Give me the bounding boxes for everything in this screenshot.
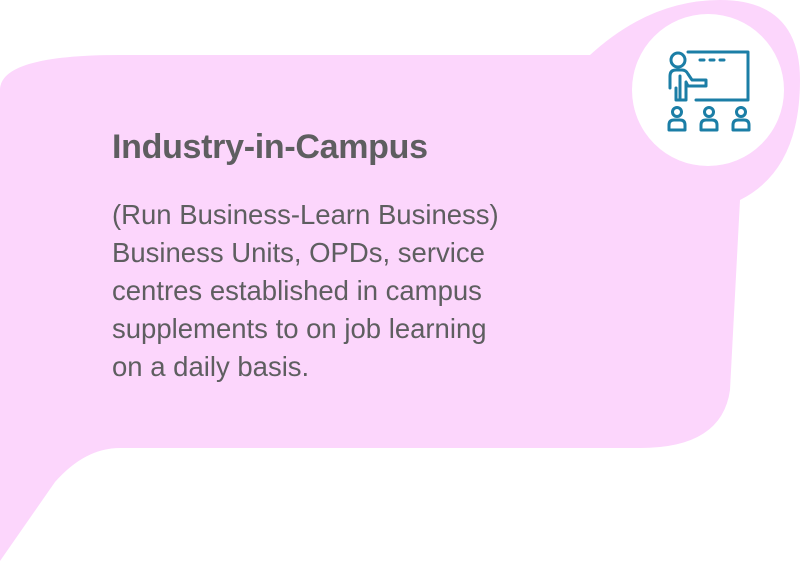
description-line: centres established in campus	[112, 275, 482, 306]
presentation-icon	[667, 50, 751, 132]
card-description: (Run Business-Learn Business) Business U…	[112, 196, 612, 386]
description-line: Business Units, OPDs, service	[112, 237, 485, 268]
description-line: (Run Business-Learn Business)	[112, 199, 499, 230]
description-line: on a daily basis.	[112, 351, 310, 382]
badge	[666, 50, 752, 136]
card-title: Industry-in-Campus	[112, 128, 428, 166]
description-line: supplements to on job learning	[112, 313, 487, 344]
